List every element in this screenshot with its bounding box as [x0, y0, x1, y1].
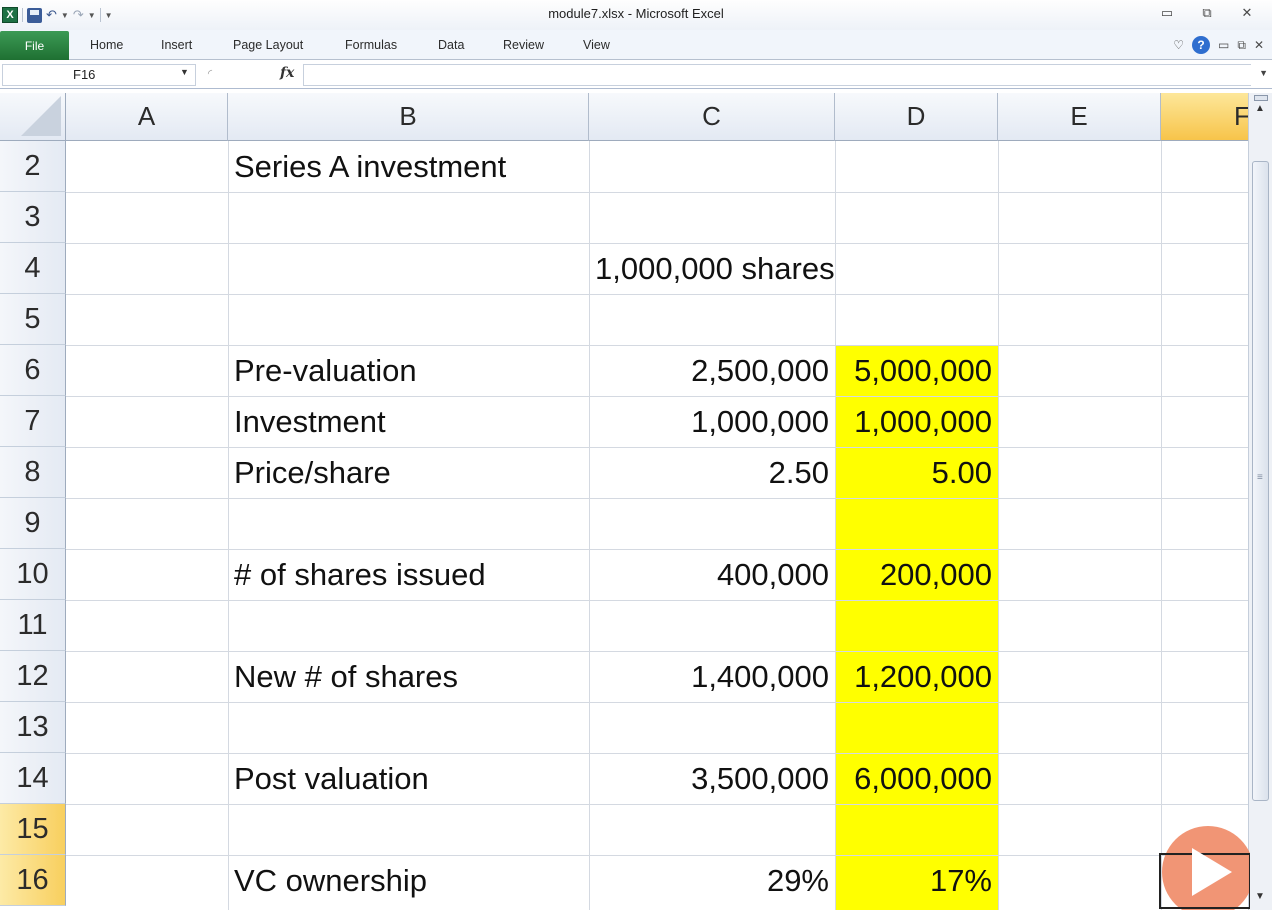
scroll-up-icon[interactable]: ▲ [1255, 103, 1265, 114]
fx-icon[interactable]: fx [280, 65, 294, 81]
tab-view[interactable]: View [583, 38, 610, 52]
column-header-c[interactable]: C [589, 93, 835, 141]
column-header-f[interactable]: F [1161, 93, 1248, 141]
cell-c12[interactable]: 1,400,000 [589, 651, 835, 702]
help-icon[interactable]: ? [1192, 36, 1211, 54]
gridline [66, 498, 1248, 499]
row-header-10[interactable]: 10 [0, 549, 66, 600]
cell-c6[interactable]: 2,500,000 [589, 345, 835, 396]
gridline [66, 192, 1248, 193]
cell-c7[interactable]: 1,000,000 [589, 396, 835, 447]
cell-d14[interactable]: 6,000,000 [835, 753, 998, 804]
tab-page-layout[interactable]: Page Layout [233, 38, 303, 52]
vertical-scrollbar[interactable]: ▲ ≡ ▼ [1248, 93, 1272, 910]
minimize-icon[interactable]: ▭ [1218, 38, 1229, 52]
cell-b10[interactable]: # of shares issued [228, 549, 589, 600]
cell-b8[interactable]: Price/share [228, 447, 589, 498]
column-header-e[interactable]: E [998, 93, 1161, 141]
formula-bar: F16 ▼ ◜ fx ▼ [0, 61, 1272, 89]
row-header-4[interactable]: 4 [0, 243, 66, 294]
expand-formula-bar-icon[interactable]: ▼ [1259, 68, 1268, 78]
select-all-button[interactable] [0, 93, 66, 141]
cell-c16[interactable]: 29% [589, 855, 835, 906]
close-icon[interactable]: ✕ [1238, 5, 1256, 21]
close-icon[interactable]: ✕ [1254, 38, 1264, 52]
gridline [1161, 141, 1162, 910]
cell-d7[interactable]: 1,000,000 [835, 396, 998, 447]
row-header-11[interactable]: 11 [0, 600, 66, 651]
row-header-15[interactable]: 15 [0, 804, 66, 855]
tab-formulas[interactable]: Formulas [345, 38, 397, 52]
formula-bar-grip[interactable]: ◜ [200, 64, 220, 86]
cell-c14[interactable]: 3,500,000 [589, 753, 835, 804]
restore-icon[interactable]: ⧉ [1198, 5, 1216, 21]
cell-c8[interactable]: 2.50 [589, 447, 835, 498]
row-header-5[interactable]: 5 [0, 294, 66, 345]
window-controls: ▭ ⧉ ✕ [1158, 5, 1256, 21]
row-header-8[interactable]: 8 [0, 447, 66, 498]
scroll-down-icon[interactable]: ▼ [1255, 891, 1265, 902]
gridline [66, 702, 1248, 703]
tab-insert[interactable]: Insert [161, 38, 192, 52]
cell-b7[interactable]: Investment [228, 396, 589, 447]
cell-b2[interactable]: Series A investment [228, 141, 589, 192]
cell-d6[interactable]: 5,000,000 [835, 345, 998, 396]
cell-b6[interactable]: Pre-valuation [228, 345, 589, 396]
split-box[interactable] [1254, 95, 1268, 101]
tab-data[interactable]: Data [438, 38, 464, 52]
cell-c10[interactable]: 400,000 [589, 549, 835, 600]
column-header-a[interactable]: A [66, 93, 228, 141]
cell-b14[interactable]: Post valuation [228, 753, 589, 804]
ribbon-tabs: File Home Insert Page Layout Formulas Da… [0, 30, 1272, 60]
formula-input[interactable] [303, 64, 1251, 86]
row-header-13[interactable]: 13 [0, 702, 66, 753]
row-header-3[interactable]: 3 [0, 192, 66, 243]
row-header-12[interactable]: 12 [0, 651, 66, 702]
cell-d10[interactable]: 200,000 [835, 549, 998, 600]
gridline [66, 600, 1248, 601]
tab-review[interactable]: Review [503, 38, 544, 52]
window-title: module7.xlsx - Microsoft Excel [548, 6, 724, 21]
minimize-ribbon-icon[interactable]: ♡ [1173, 38, 1184, 52]
cell-d8[interactable]: 5.00 [835, 447, 998, 498]
gridline [66, 294, 1248, 295]
row-header-7[interactable]: 7 [0, 396, 66, 447]
ribbon-right-controls: ♡ ? ▭ ⧉ ✕ [1173, 36, 1264, 54]
cell-d16[interactable]: 17% [835, 855, 998, 906]
cell-d12[interactable]: 1,200,000 [835, 651, 998, 702]
play-button-overlay[interactable] [1158, 822, 1250, 910]
cell-b16[interactable]: VC ownership [228, 855, 589, 906]
tab-home[interactable]: Home [90, 38, 123, 52]
cell-b12[interactable]: New # of shares [228, 651, 589, 702]
row-header-9[interactable]: 9 [0, 498, 66, 549]
column-header-d[interactable]: D [835, 93, 998, 141]
row-header-2[interactable]: 2 [0, 141, 66, 192]
tab-file[interactable]: File [0, 31, 69, 60]
chevron-down-icon[interactable]: ▼ [180, 67, 189, 77]
row-header-14[interactable]: 14 [0, 753, 66, 804]
cell-c4[interactable]: 1,000,000 shares [589, 243, 998, 294]
gridline [66, 804, 1248, 805]
gridline [998, 141, 999, 910]
column-header-b[interactable]: B [228, 93, 589, 141]
title-bar: X ↶ ▼ ↷ ▼ ▼ module7.xlsx - Microsoft Exc… [0, 0, 1272, 30]
scrollbar-thumb[interactable]: ≡ [1252, 161, 1269, 801]
restore-icon[interactable]: ⧉ [1237, 38, 1246, 53]
row-header-6[interactable]: 6 [0, 345, 66, 396]
name-box[interactable]: F16 [2, 64, 196, 86]
grip-icon: ≡ [1257, 472, 1263, 483]
spreadsheet-grid[interactable]: A B C D E F 2 3 4 5 6 7 8 9 10 11 12 13 … [0, 93, 1248, 910]
row-header-16[interactable]: 16 [0, 855, 66, 906]
minimize-icon[interactable]: ▭ [1158, 5, 1176, 21]
